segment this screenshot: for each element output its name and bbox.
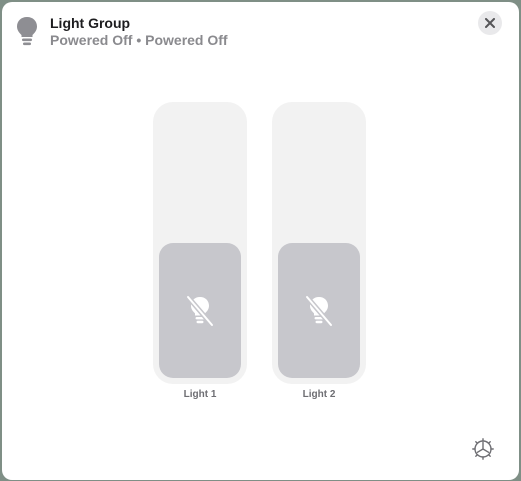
- status-subtitle: Powered Off • Powered Off: [50, 32, 228, 48]
- light-2-label: Light 2: [302, 389, 336, 400]
- light-2-level-fill: [278, 243, 360, 378]
- settings-button[interactable]: [471, 437, 495, 461]
- close-button[interactable]: [478, 11, 502, 35]
- light-1-label: Light 1: [183, 389, 217, 400]
- light-1-level-fill: [159, 243, 241, 378]
- lightbulb-slash-icon: [304, 294, 334, 327]
- gear-icon: [472, 438, 494, 460]
- light-2-slider[interactable]: [272, 102, 366, 384]
- light-1-slider[interactable]: [153, 102, 247, 384]
- light-group-dialog: Light Group Powered Off • Powered Off Li…: [2, 2, 519, 480]
- lightbulb-slash-icon: [185, 294, 215, 327]
- lightbulb-icon: [16, 16, 38, 48]
- page-title: Light Group: [50, 15, 131, 31]
- close-icon: [485, 18, 495, 28]
